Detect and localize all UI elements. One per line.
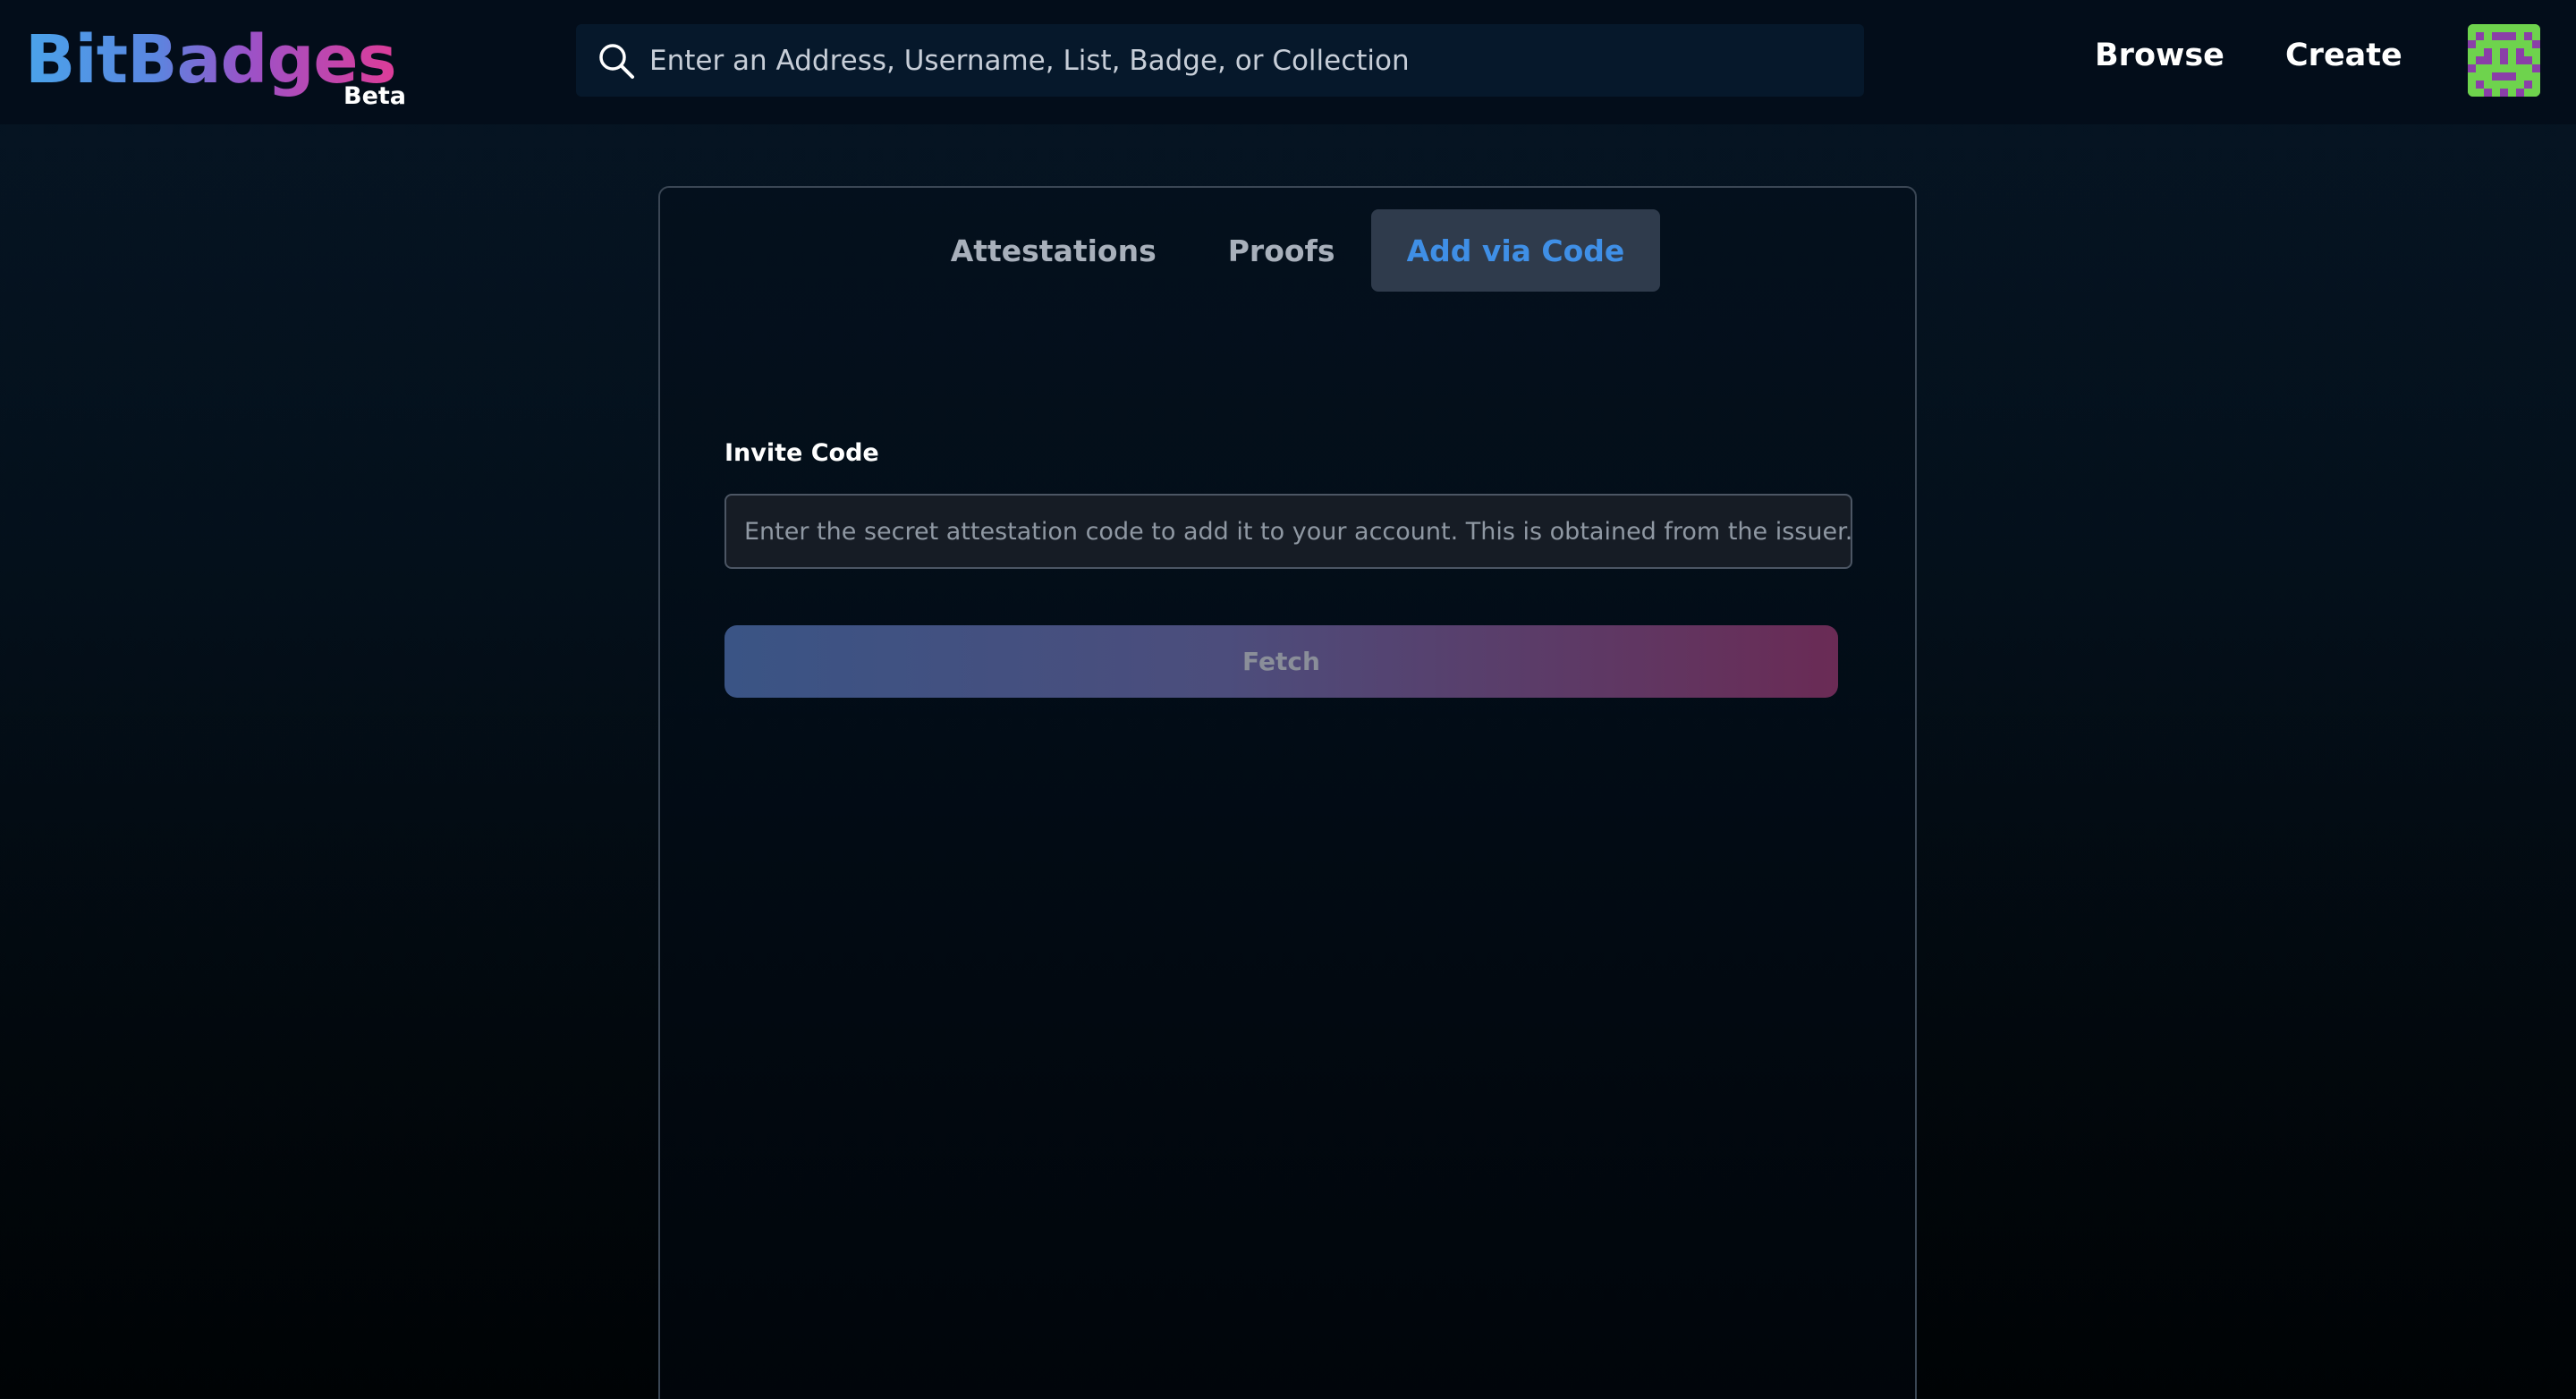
bitbadges-logo[interactable]: BitBadges Beta xyxy=(25,21,410,110)
tab-proofs[interactable]: Proofs xyxy=(1192,209,1371,292)
global-search-bar[interactable] xyxy=(576,24,1864,97)
invite-code-input[interactable] xyxy=(724,494,1852,569)
beta-badge: Beta xyxy=(343,82,407,110)
card-tabs: Attestations Proofs Add via Code xyxy=(660,209,1915,292)
create-link[interactable]: Create xyxy=(2285,38,2402,73)
tab-attestations[interactable]: Attestations xyxy=(915,209,1192,292)
avatar-identicon-icon xyxy=(2468,24,2540,97)
search-input[interactable] xyxy=(637,24,1864,97)
invite-code-label: Invite Code xyxy=(724,439,879,467)
logo-wordmark: BitBadges xyxy=(25,21,397,98)
identicon-avatar[interactable] xyxy=(2468,24,2540,97)
search-icon xyxy=(599,43,634,79)
fetch-button[interactable]: Fetch xyxy=(724,625,1838,698)
browse-link[interactable]: Browse xyxy=(2095,38,2224,73)
tab-add-via-code[interactable]: Add via Code xyxy=(1370,209,1661,292)
attestations-card: Attestations Proofs Add via Code Invite … xyxy=(658,186,1917,1399)
top-navbar: BitBadges Beta Browse Create xyxy=(0,0,2576,124)
